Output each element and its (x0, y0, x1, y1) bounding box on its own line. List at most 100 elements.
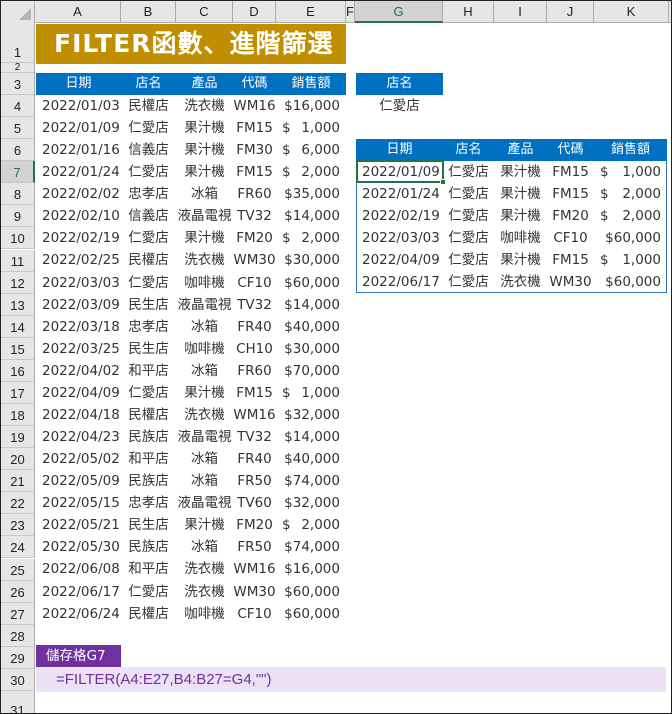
store-cell[interactable]: 民族店 (121, 536, 176, 558)
code-cell[interactable]: FM30 (233, 139, 276, 161)
product-cell[interactable]: 洗衣機 (176, 581, 233, 603)
code-cell[interactable]: WM16 (233, 558, 276, 580)
code-cell[interactable]: FR60 (233, 183, 276, 205)
store-cell[interactable]: 民族店 (121, 470, 176, 492)
amount-cell[interactable]: $60,000 (594, 271, 661, 293)
column-header-d[interactable]: D (233, 1, 276, 23)
row-header-30[interactable]: 30 (1, 668, 35, 691)
code-cell[interactable]: FM20 (233, 514, 276, 536)
code-cell[interactable]: FR50 (233, 536, 276, 558)
amount-cell[interactable]: $60,000 (276, 581, 340, 603)
store-cell[interactable]: 忠孝店 (121, 492, 176, 514)
code-cell[interactable]: FM15 (547, 183, 594, 205)
code-cell[interactable]: FM15 (233, 161, 276, 183)
active-cell-g7[interactable] (356, 160, 446, 185)
row-header-23[interactable]: 23 (1, 514, 35, 537)
store-cell[interactable]: 仁愛店 (443, 271, 494, 293)
amount-cell[interactable]: $60,000 (276, 603, 340, 625)
store-cell[interactable]: 民權店 (121, 249, 176, 271)
row-header-13[interactable]: 13 (1, 293, 35, 316)
column-header-j[interactable]: J (547, 1, 594, 23)
amount-cell[interactable]: $6,000 (276, 139, 340, 161)
code-cell[interactable]: FM15 (547, 249, 594, 271)
date-cell[interactable]: 2022/02/19 (362, 205, 443, 227)
amount-cell[interactable]: $2,000 (594, 183, 661, 205)
column-header-c[interactable]: C (176, 1, 233, 23)
product-cell[interactable]: 洗衣機 (494, 271, 547, 293)
date-cell[interactable]: 2022/03/03 (362, 227, 443, 249)
amount-cell[interactable]: $16,000 (276, 558, 340, 580)
row-header-27[interactable]: 27 (1, 602, 35, 625)
product-cell[interactable]: 洗衣機 (176, 404, 233, 426)
column-header-h[interactable]: H (443, 1, 494, 23)
store-cell[interactable]: 仁愛店 (443, 227, 494, 249)
row-header-29[interactable]: 29 (1, 646, 35, 669)
date-cell[interactable]: 2022/02/10 (42, 205, 121, 227)
product-cell[interactable]: 果汁機 (494, 205, 547, 227)
select-all-button[interactable] (1, 1, 35, 23)
date-cell[interactable]: 2022/04/18 (42, 404, 121, 426)
date-cell[interactable]: 2022/03/25 (42, 338, 121, 360)
store-cell[interactable]: 忠孝店 (121, 183, 176, 205)
product-cell[interactable]: 液晶電視 (176, 294, 233, 316)
row-header-16[interactable]: 16 (1, 359, 35, 382)
product-cell[interactable]: 果汁機 (176, 117, 233, 139)
criteria-value-cell[interactable]: 仁愛店 (356, 95, 443, 117)
amount-cell[interactable]: $40,000 (276, 448, 340, 470)
amount-cell[interactable]: $60,000 (276, 272, 340, 294)
amount-cell[interactable]: $40,000 (276, 316, 340, 338)
amount-cell[interactable]: $30,000 (276, 338, 340, 360)
amount-cell[interactable]: $70,000 (276, 360, 340, 382)
amount-cell[interactable]: $2,000 (276, 227, 340, 249)
row-header-9[interactable]: 9 (1, 205, 35, 228)
code-cell[interactable]: WM30 (233, 249, 276, 271)
amount-cell[interactable]: $30,000 (276, 249, 340, 271)
row-header-10[interactable]: 10 (1, 227, 35, 250)
date-cell[interactable]: 2022/02/25 (42, 249, 121, 271)
row-header-21[interactable]: 21 (1, 470, 35, 493)
row-header-31[interactable]: 31 (1, 690, 35, 713)
date-cell[interactable]: 2022/02/19 (42, 227, 121, 249)
code-cell[interactable]: FR40 (233, 316, 276, 338)
store-cell[interactable]: 仁愛店 (121, 227, 176, 249)
store-cell[interactable]: 仁愛店 (443, 161, 494, 183)
product-cell[interactable]: 果汁機 (176, 161, 233, 183)
row-header-28[interactable]: 28 (1, 624, 35, 647)
row-header-15[interactable]: 15 (1, 337, 35, 360)
row-header-11[interactable]: 11 (1, 249, 35, 272)
store-cell[interactable]: 信義店 (121, 139, 176, 161)
code-cell[interactable]: WM30 (233, 581, 276, 603)
date-cell[interactable]: 2022/04/02 (42, 360, 121, 382)
amount-cell[interactable]: $74,000 (276, 536, 340, 558)
date-cell[interactable]: 2022/01/24 (362, 183, 443, 205)
date-cell[interactable]: 2022/01/24 (42, 161, 121, 183)
row-header-22[interactable]: 22 (1, 492, 35, 515)
date-cell[interactable]: 2022/06/08 (42, 558, 121, 580)
code-cell[interactable]: CF10 (547, 227, 594, 249)
column-header-e[interactable]: E (276, 1, 346, 23)
date-cell[interactable]: 2022/01/03 (42, 95, 121, 117)
code-cell[interactable]: WM16 (233, 95, 276, 117)
code-cell[interactable]: TV32 (233, 426, 276, 448)
date-cell[interactable]: 2022/05/15 (42, 492, 121, 514)
product-cell[interactable]: 果汁機 (176, 227, 233, 249)
product-cell[interactable]: 果汁機 (494, 249, 547, 271)
code-cell[interactable]: FR60 (233, 360, 276, 382)
store-cell[interactable]: 和平店 (121, 448, 176, 470)
date-cell[interactable]: 2022/06/17 (362, 271, 443, 293)
date-cell[interactable]: 2022/06/24 (42, 603, 121, 625)
date-cell[interactable]: 2022/03/09 (42, 294, 121, 316)
store-cell[interactable]: 和平店 (121, 360, 176, 382)
row-header-4[interactable]: 4 (1, 95, 35, 118)
amount-cell[interactable]: $2,000 (276, 161, 340, 183)
store-cell[interactable]: 民生店 (121, 514, 176, 536)
code-cell[interactable]: FR50 (233, 470, 276, 492)
store-cell[interactable]: 和平店 (121, 558, 176, 580)
store-cell[interactable]: 民生店 (121, 294, 176, 316)
store-cell[interactable]: 仁愛店 (121, 161, 176, 183)
code-cell[interactable]: WM16 (233, 404, 276, 426)
product-cell[interactable]: 咖啡機 (494, 227, 547, 249)
amount-cell[interactable]: $16,000 (276, 95, 340, 117)
amount-cell[interactable]: $2,000 (594, 205, 661, 227)
product-cell[interactable]: 果汁機 (176, 514, 233, 536)
